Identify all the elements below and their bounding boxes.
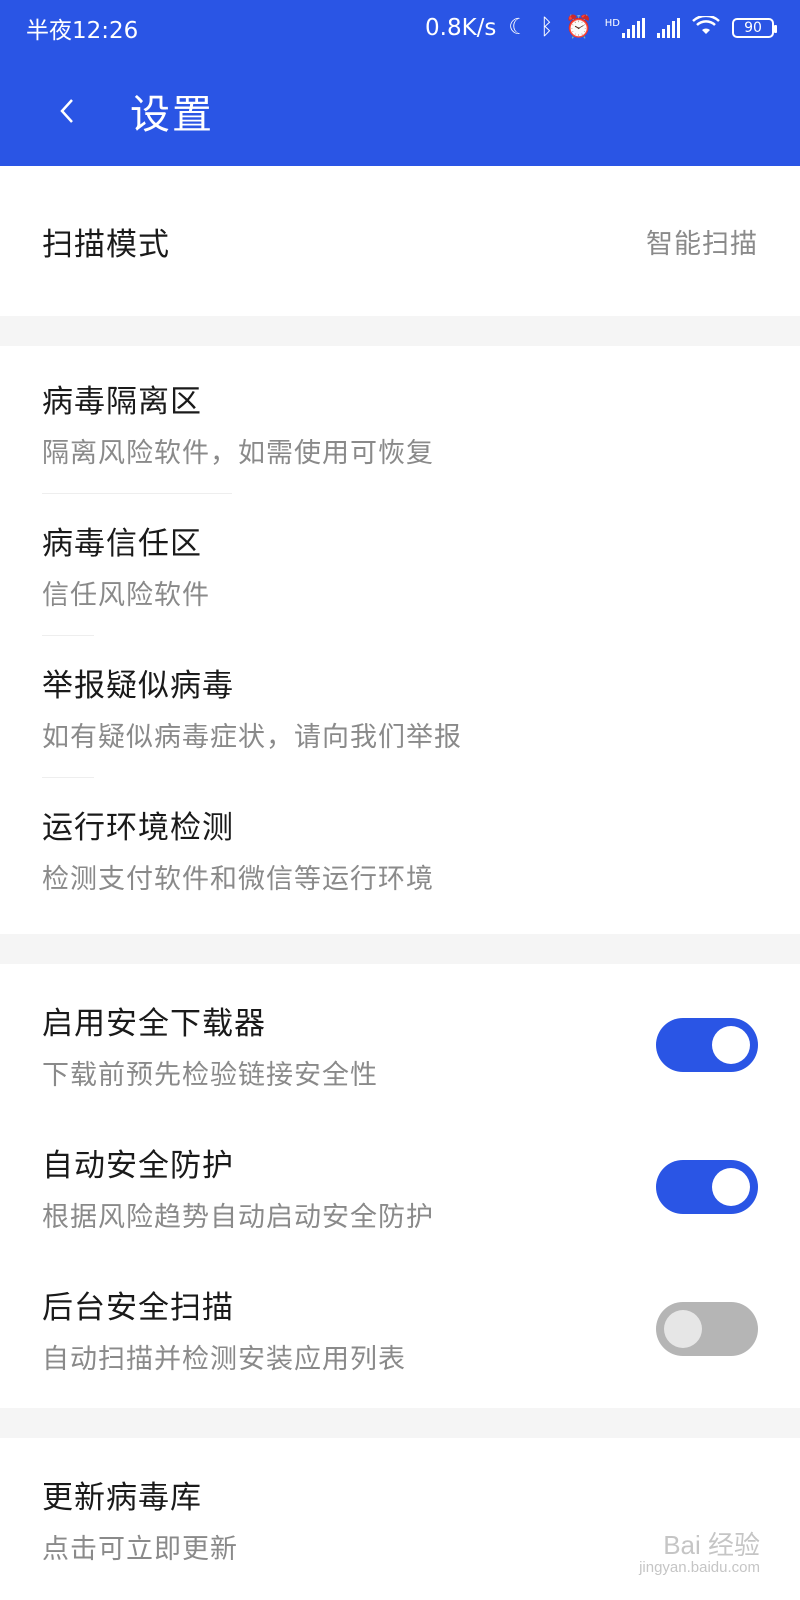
protection-section: 启用安全下载器 下载前预先检验链接安全性 自动安全防护 根据风险趋势自动启动安全…: [0, 964, 800, 1408]
hd-label: HD: [604, 18, 620, 29]
background-scan-row[interactable]: 后台安全扫描 自动扫描并检测安装应用列表: [0, 1258, 800, 1400]
signal-icon: [657, 18, 680, 38]
bluetooth-icon: ᛒ: [540, 15, 554, 40]
report-virus-label: 举报疑似病毒: [42, 668, 234, 704]
app-bar: 半夜12:26 0.8K/s ☾ ᛒ ⏰ HD 90 设置: [0, 0, 800, 166]
scan-mode-section: 扫描模式 智能扫描: [0, 166, 800, 316]
chevron-left-icon[interactable]: [52, 91, 82, 131]
trust-zone-sub: 信任风险软件: [42, 580, 210, 611]
safe-downloader-sub: 下载前预先检验链接安全性: [42, 1060, 378, 1091]
background-scan-sub: 自动扫描并检测安装应用列表: [42, 1344, 406, 1375]
trust-zone-label: 病毒信任区: [42, 526, 202, 562]
env-check-label: 运行环境检测: [42, 810, 234, 846]
env-check-row[interactable]: 运行环境检测 检测支付软件和微信等运行环境: [0, 778, 800, 920]
hd-signal-icon: HD: [605, 18, 645, 38]
update-virus-db-sub: 点击可立即更新: [42, 1534, 238, 1565]
quarantine-label: 病毒隔离区: [42, 384, 202, 420]
watermark-url: jingyan.baidu.com: [639, 1558, 760, 1576]
battery-icon: 90: [732, 18, 777, 38]
env-check-sub: 检测支付软件和微信等运行环境: [42, 864, 434, 895]
scan-mode-value: 智能扫描: [646, 228, 758, 260]
virus-section: 病毒隔离区 隔离风险软件，如需使用可恢复 病毒信任区 信任风险软件 举报疑似病毒…: [0, 346, 800, 934]
status-bar: 半夜12:26 0.8K/s ☾ ᛒ ⏰ HD 90: [0, 0, 800, 56]
page-title: 设置: [130, 92, 214, 138]
quarantine-sub: 隔离风险软件，如需使用可恢复: [42, 438, 434, 469]
report-virus-sub: 如有疑似病毒症状，请向我们举报: [42, 722, 462, 753]
background-scan-label: 后台安全扫描: [42, 1290, 234, 1326]
trust-zone-row[interactable]: 病毒信任区 信任风险软件: [0, 494, 800, 636]
status-icons: 0.8K/s ☾ ᛒ ⏰ HD 90: [425, 14, 777, 41]
update-virus-db-label: 更新病毒库: [42, 1480, 202, 1516]
safe-downloader-row[interactable]: 启用安全下载器 下载前预先检验链接安全性: [0, 974, 800, 1116]
safe-downloader-toggle[interactable]: [656, 1018, 758, 1072]
status-time: 半夜12:26: [26, 18, 139, 44]
report-virus-row[interactable]: 举报疑似病毒 如有疑似病毒症状，请向我们举报: [0, 636, 800, 778]
auto-protection-label: 自动安全防护: [42, 1148, 234, 1184]
toggle-knob: [712, 1026, 750, 1064]
baidu-watermark: Bai 经验 jingyan.baidu.com: [639, 1531, 760, 1576]
auto-protection-sub: 根据风险趋势自动启动安全防护: [42, 1202, 434, 1233]
section-gap: [0, 1408, 800, 1438]
title-bar: 设置: [0, 56, 800, 166]
toggle-knob: [664, 1310, 702, 1348]
quarantine-row[interactable]: 病毒隔离区 隔离风险软件，如需使用可恢复: [0, 352, 800, 494]
auto-protection-row[interactable]: 自动安全防护 根据风险趋势自动启动安全防护: [0, 1116, 800, 1258]
section-gap: [0, 316, 800, 346]
auto-protection-toggle[interactable]: [656, 1160, 758, 1214]
network-speed: 0.8K/s: [425, 15, 497, 41]
section-gap: [0, 934, 800, 964]
alarm-icon: ⏰: [565, 15, 593, 40]
safe-downloader-label: 启用安全下载器: [42, 1006, 266, 1042]
battery-level: 90: [744, 20, 762, 36]
watermark-brand: Bai 经验: [663, 1529, 760, 1560]
scan-mode-label: 扫描模式: [42, 226, 170, 263]
wifi-icon: [692, 14, 720, 41]
toggle-knob: [712, 1168, 750, 1206]
scan-mode-row[interactable]: 扫描模式 智能扫描: [0, 166, 800, 316]
background-scan-toggle[interactable]: [656, 1302, 758, 1356]
moon-icon: ☾: [508, 15, 529, 40]
